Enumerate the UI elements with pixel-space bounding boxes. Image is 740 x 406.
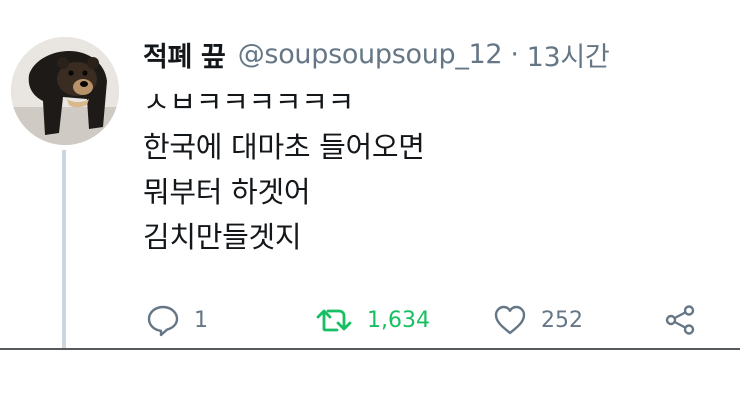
timestamp[interactable]: 13시간 — [527, 35, 610, 74]
tweet-text-line: 김치만들겟지 — [143, 220, 302, 254]
header-separator: · — [510, 38, 519, 70]
reply-bubble-icon — [147, 305, 179, 337]
thread-line — [62, 150, 66, 350]
heart-icon — [494, 305, 526, 335]
retweet-count: 1,634 — [367, 307, 430, 333]
tweet-text-line: ㅅㅂㅋㅋㅋㅋㅋㅋ — [143, 85, 355, 119]
like-button[interactable]: 252 — [493, 300, 583, 340]
tweet-text: ㅅㅂㅋㅋㅋㅋㅋㅋ 한국에 대마초 들어오면 뭐부터 하겟어 김치만들겟지 — [143, 80, 723, 260]
tweet-text-line: 뭐부터 하겟어 — [143, 175, 311, 209]
retweet-icon — [316, 309, 352, 332]
tweet-actions: 1 1,634 252 — [143, 300, 713, 340]
tweet[interactable]: 적폐 끞 @soupsoupsoup_12 · 13시간 ㅅㅂㅋㅋㅋㅋㅋㅋ 한국… — [0, 0, 740, 350]
tweet-header: 적폐 끞 @soupsoupsoup_12 · 13시간 — [143, 34, 610, 74]
user-handle[interactable]: @soupsoupsoup_12 — [238, 39, 503, 70]
tweet-text-line: 한국에 대마초 들어오면 — [143, 130, 425, 164]
reply-count: 1 — [194, 307, 208, 333]
display-name[interactable]: 적폐 끞 — [143, 35, 226, 74]
avatar[interactable] — [11, 37, 119, 145]
reply-button[interactable]: 1 — [146, 300, 208, 340]
avatar-image — [11, 37, 119, 145]
retweet-button[interactable]: 1,634 — [315, 300, 430, 340]
like-count: 252 — [541, 307, 583, 333]
share-icon — [665, 305, 695, 335]
share-button[interactable] — [663, 300, 697, 340]
tweet-divider — [0, 348, 740, 350]
